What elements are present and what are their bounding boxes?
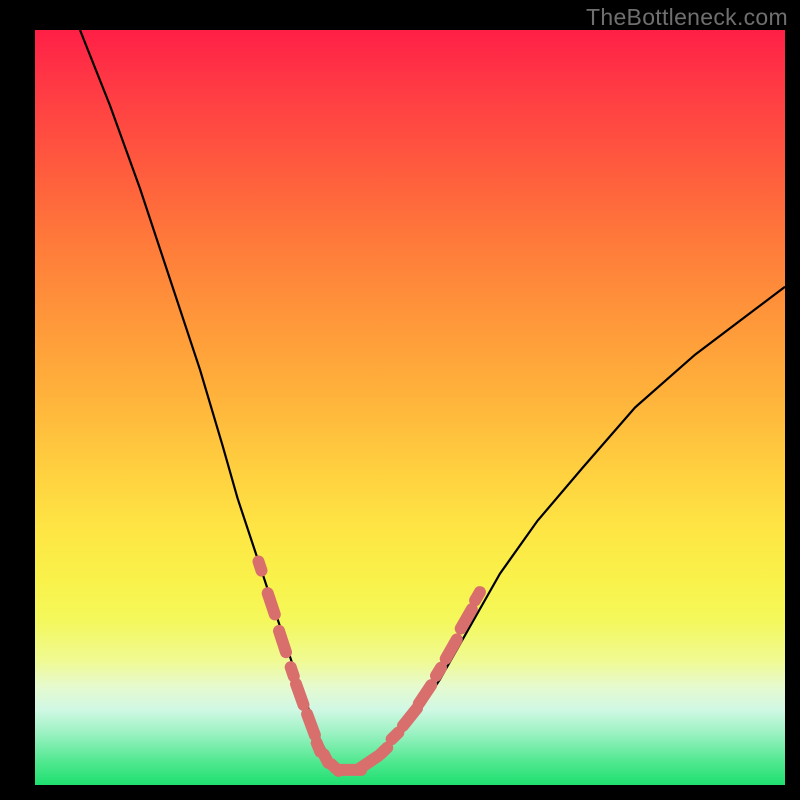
marker-segment [436, 668, 441, 676]
marker-segment [268, 593, 275, 614]
chart-frame: TheBottleneck.com [0, 0, 800, 800]
marker-segment [475, 592, 480, 600]
marker-segment [291, 667, 294, 676]
marker-segment [296, 684, 304, 705]
curve-layer [35, 30, 785, 785]
marker-segment [403, 708, 417, 726]
marker-segment [380, 748, 387, 755]
watermark-text: TheBottleneck.com [586, 4, 788, 31]
marker-segment [360, 756, 379, 769]
bottleneck-curve [80, 30, 785, 770]
marker-layer [259, 562, 480, 771]
plot-area [35, 30, 785, 785]
marker-segment [419, 685, 431, 704]
marker-segment [259, 562, 262, 571]
marker-segment [307, 714, 315, 735]
marker-segment [446, 639, 457, 658]
marker-segment [392, 733, 399, 740]
marker-segment [279, 631, 286, 652]
